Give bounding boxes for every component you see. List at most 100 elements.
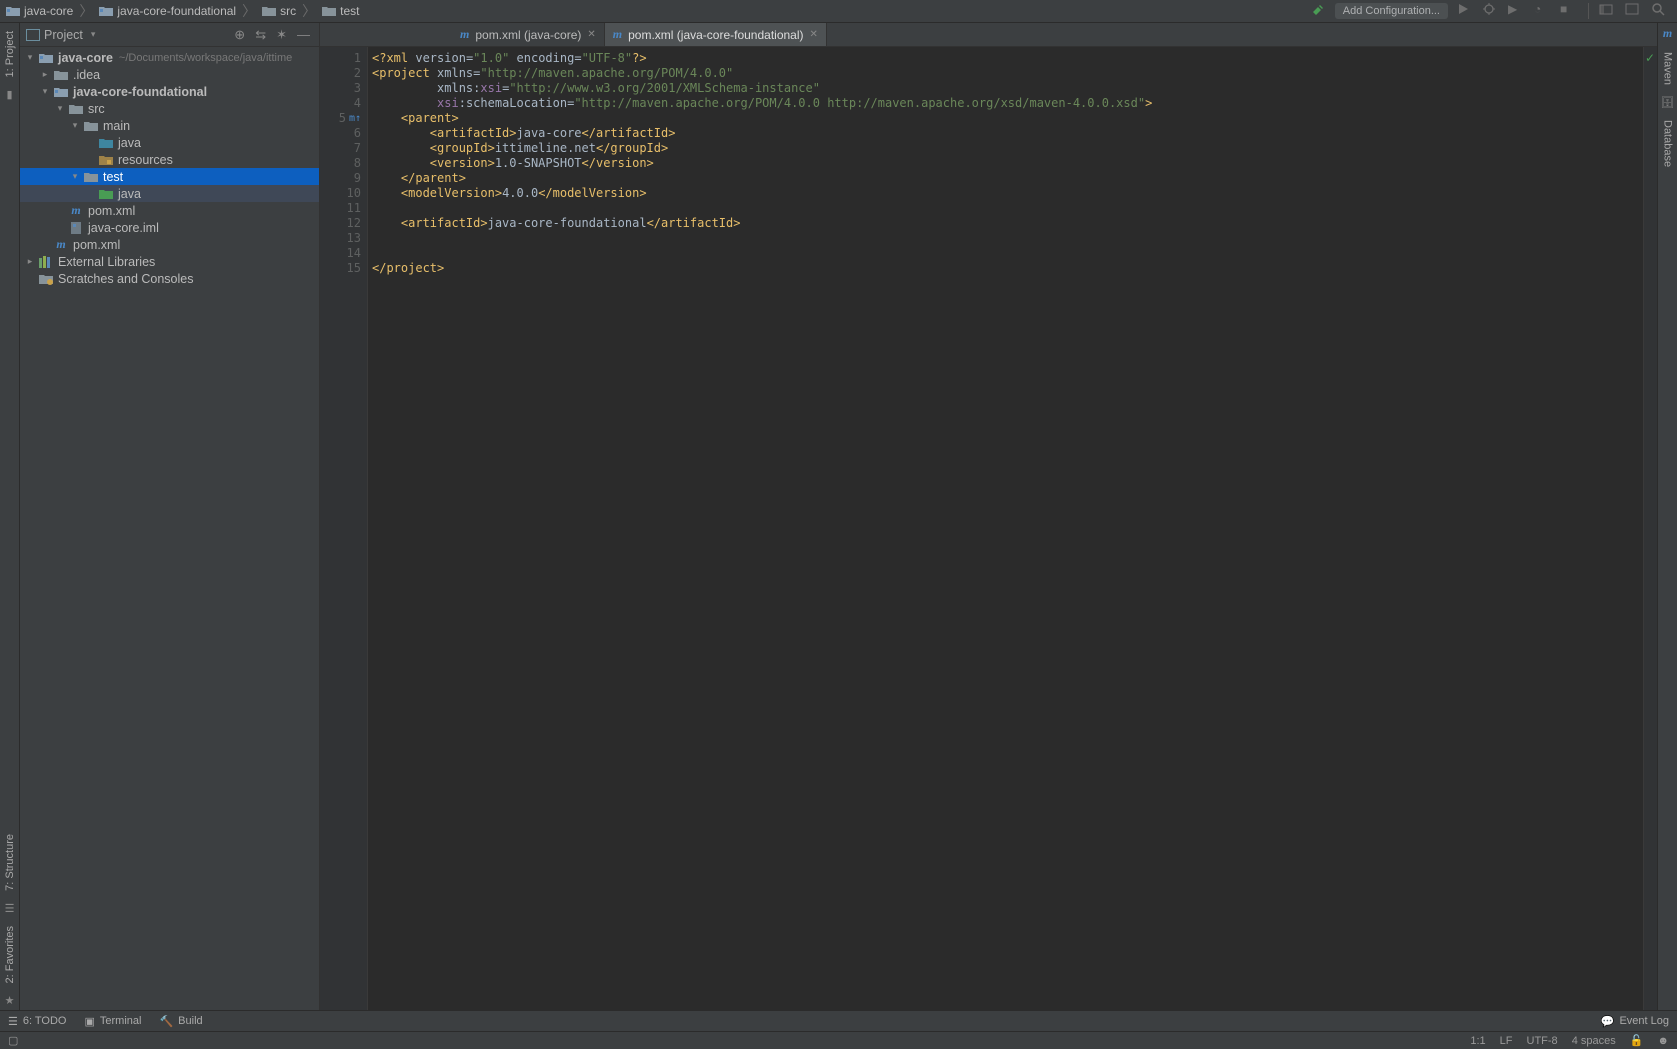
tool-window-structure[interactable]: 7: Structure bbox=[2, 826, 18, 899]
code-line[interactable] bbox=[372, 246, 1643, 261]
code-line[interactable]: <modelVersion>4.0.0</modelVersion> bbox=[372, 186, 1643, 201]
chevron-down-icon[interactable]: ▾ bbox=[54, 103, 66, 114]
tree-node[interactable]: mpom.xml bbox=[20, 202, 319, 219]
debug-icon[interactable] bbox=[1482, 2, 1500, 20]
code-line[interactable]: <artifactId>java-core</artifactId> bbox=[372, 126, 1643, 141]
code-line[interactable]: <groupId>ittimeline.net</groupId> bbox=[372, 141, 1643, 156]
code-line[interactable]: </project> bbox=[372, 261, 1643, 276]
status-caret-position[interactable]: 1:1 bbox=[1470, 1035, 1485, 1047]
chevron-down-icon[interactable]: ▾ bbox=[69, 120, 81, 131]
gutter-maven-icon[interactable]: m↑ bbox=[349, 111, 361, 126]
project-tool-window: Project ▾ ⊕ ⇆ ✶ — ▾java-core~/Documents/… bbox=[20, 23, 320, 1010]
tool-window-event-log[interactable]: 💬 Event Log bbox=[1601, 1015, 1669, 1028]
tree-node[interactable]: resources bbox=[20, 151, 319, 168]
bookmark-icon[interactable]: ▮ bbox=[6, 88, 12, 101]
line-number: 10 bbox=[320, 186, 361, 201]
run-coverage-icon[interactable]: ▶ bbox=[1508, 2, 1526, 20]
chevron-down-icon[interactable]: ▾ bbox=[39, 86, 51, 97]
tree-node-label: java-core-foundational bbox=[73, 85, 207, 99]
code-line[interactable]: <project xmlns="http://maven.apache.org/… bbox=[372, 66, 1643, 81]
collapse-icon[interactable]: ⇆ bbox=[252, 27, 269, 43]
tree-node[interactable]: Scratches and Consoles bbox=[20, 270, 319, 287]
tool-windows-toggle-icon[interactable]: ▢ bbox=[8, 1034, 18, 1047]
iml-icon bbox=[68, 221, 84, 235]
chevron-down-icon[interactable]: ▾ bbox=[69, 171, 81, 182]
tree-node[interactable]: java bbox=[20, 185, 319, 202]
locate-icon[interactable]: ⊕ bbox=[231, 27, 248, 43]
terminal-icon: ▣ bbox=[84, 1015, 94, 1028]
project-tree[interactable]: ▾java-core~/Documents/workspace/java/itt… bbox=[20, 47, 319, 287]
status-encoding[interactable]: UTF-8 bbox=[1527, 1035, 1558, 1047]
tree-node[interactable]: ▾java-core~/Documents/workspace/java/itt… bbox=[20, 49, 319, 66]
status-readonly-icon[interactable]: 🔓 bbox=[1630, 1034, 1644, 1047]
tool-window-build[interactable]: 🔨 Build bbox=[159, 1015, 202, 1028]
build-icon[interactable] bbox=[1311, 3, 1327, 19]
run-icon[interactable] bbox=[1456, 2, 1474, 20]
project-tool-title[interactable]: Project bbox=[44, 28, 83, 42]
tool-window-todo[interactable]: ☰ 6: TODO bbox=[8, 1015, 66, 1028]
add-configuration-button[interactable]: Add Configuration... bbox=[1335, 3, 1448, 19]
tree-node[interactable]: ▸External Libraries bbox=[20, 253, 319, 270]
tree-node-label: java-core bbox=[58, 51, 113, 65]
editor-code[interactable]: <?xml version="1.0" encoding="UTF-8"?><p… bbox=[368, 47, 1643, 1010]
status-inspector-icon[interactable]: ☻ bbox=[1657, 1035, 1669, 1047]
status-indent[interactable]: 4 spaces bbox=[1572, 1035, 1616, 1047]
code-line[interactable]: </parent> bbox=[372, 171, 1643, 186]
code-line[interactable]: xsi:schemaLocation="http://maven.apache.… bbox=[372, 96, 1643, 111]
tree-node[interactable]: ▾main bbox=[20, 117, 319, 134]
project-view-dropdown-icon[interactable]: ▾ bbox=[91, 29, 96, 40]
tool-window-favorites[interactable]: 2: Favorites bbox=[2, 918, 18, 991]
folder-icon bbox=[322, 5, 336, 17]
stop-icon[interactable]: ■ bbox=[1560, 2, 1578, 20]
close-icon[interactable]: ✕ bbox=[810, 29, 818, 40]
breadcrumb-item[interactable]: test bbox=[320, 4, 361, 18]
tree-node[interactable]: mpom.xml bbox=[20, 236, 319, 253]
breadcrumb-item[interactable]: java-core-foundational bbox=[97, 4, 238, 18]
tree-node[interactable]: java bbox=[20, 134, 319, 151]
event-log-label: Event Log bbox=[1619, 1015, 1669, 1027]
bottom-tool-bar: ☰ 6: TODO ▣ Terminal 🔨 Build 💬 Event Log bbox=[0, 1010, 1677, 1031]
ide-tools-icon[interactable] bbox=[1625, 2, 1643, 20]
code-line[interactable]: <artifactId>java-core-foundational</arti… bbox=[372, 216, 1643, 231]
tree-node[interactable]: java-core.iml bbox=[20, 219, 319, 236]
chevron-right-icon: 〉 bbox=[302, 1, 316, 21]
code-line[interactable]: <parent> bbox=[372, 111, 1643, 126]
maven-icon: m bbox=[1663, 26, 1672, 41]
close-icon[interactable]: ✕ bbox=[587, 29, 595, 40]
editor-tab[interactable]: mpom.xml (java-core)✕ bbox=[452, 23, 605, 46]
code-line[interactable]: xmlns:xsi="http://www.w3.org/2001/XMLSch… bbox=[372, 81, 1643, 96]
breadcrumb-item[interactable]: java-core bbox=[4, 4, 75, 18]
tool-window-maven[interactable]: Maven bbox=[1660, 44, 1676, 93]
tool-window-database[interactable]: Database bbox=[1660, 112, 1676, 175]
chevron-right-icon[interactable]: ▸ bbox=[24, 256, 36, 267]
tree-node[interactable]: ▾src bbox=[20, 100, 319, 117]
code-line[interactable] bbox=[372, 231, 1643, 246]
module-icon bbox=[53, 86, 69, 98]
status-line-separator[interactable]: LF bbox=[1500, 1035, 1513, 1047]
tree-node-label: pom.xml bbox=[73, 238, 120, 252]
editor-tab[interactable]: mpom.xml (java-core-foundational)✕ bbox=[605, 23, 827, 46]
chevron-right-icon[interactable]: ▸ bbox=[39, 69, 51, 80]
chevron-right-icon: 〉 bbox=[242, 1, 256, 21]
hide-tool-icon[interactable]: — bbox=[294, 27, 313, 42]
breadcrumb-item[interactable]: src bbox=[260, 4, 298, 18]
code-line[interactable]: <?xml version="1.0" encoding="UTF-8"?> bbox=[372, 51, 1643, 66]
maven-icon: m bbox=[613, 27, 622, 42]
line-number: 4 bbox=[320, 96, 361, 111]
chevron-down-icon[interactable]: ▾ bbox=[24, 52, 36, 63]
line-number: 11 bbox=[320, 201, 361, 216]
settings-gear-icon[interactable]: ✶ bbox=[273, 27, 290, 43]
project-structure-icon[interactable] bbox=[1599, 2, 1617, 20]
code-line[interactable]: <version>1.0-SNAPSHOT</version> bbox=[372, 156, 1643, 171]
tree-node[interactable]: ▸.idea bbox=[20, 66, 319, 83]
tree-node[interactable]: ▾ test bbox=[20, 168, 319, 185]
line-number: 5m↑ bbox=[320, 111, 361, 126]
profile-icon[interactable]: ◔ bbox=[1534, 2, 1552, 20]
editor-body[interactable]: 12345m↑6789101112131415 <?xml version="1… bbox=[320, 47, 1657, 1010]
search-everywhere-icon[interactable] bbox=[1651, 2, 1669, 20]
tool-window-terminal[interactable]: ▣ Terminal bbox=[84, 1015, 141, 1028]
tree-node-label: test bbox=[103, 170, 123, 184]
tool-window-project[interactable]: 1: Project bbox=[2, 23, 18, 85]
code-line[interactable] bbox=[372, 201, 1643, 216]
tree-node[interactable]: ▾ java-core-foundational bbox=[20, 83, 319, 100]
